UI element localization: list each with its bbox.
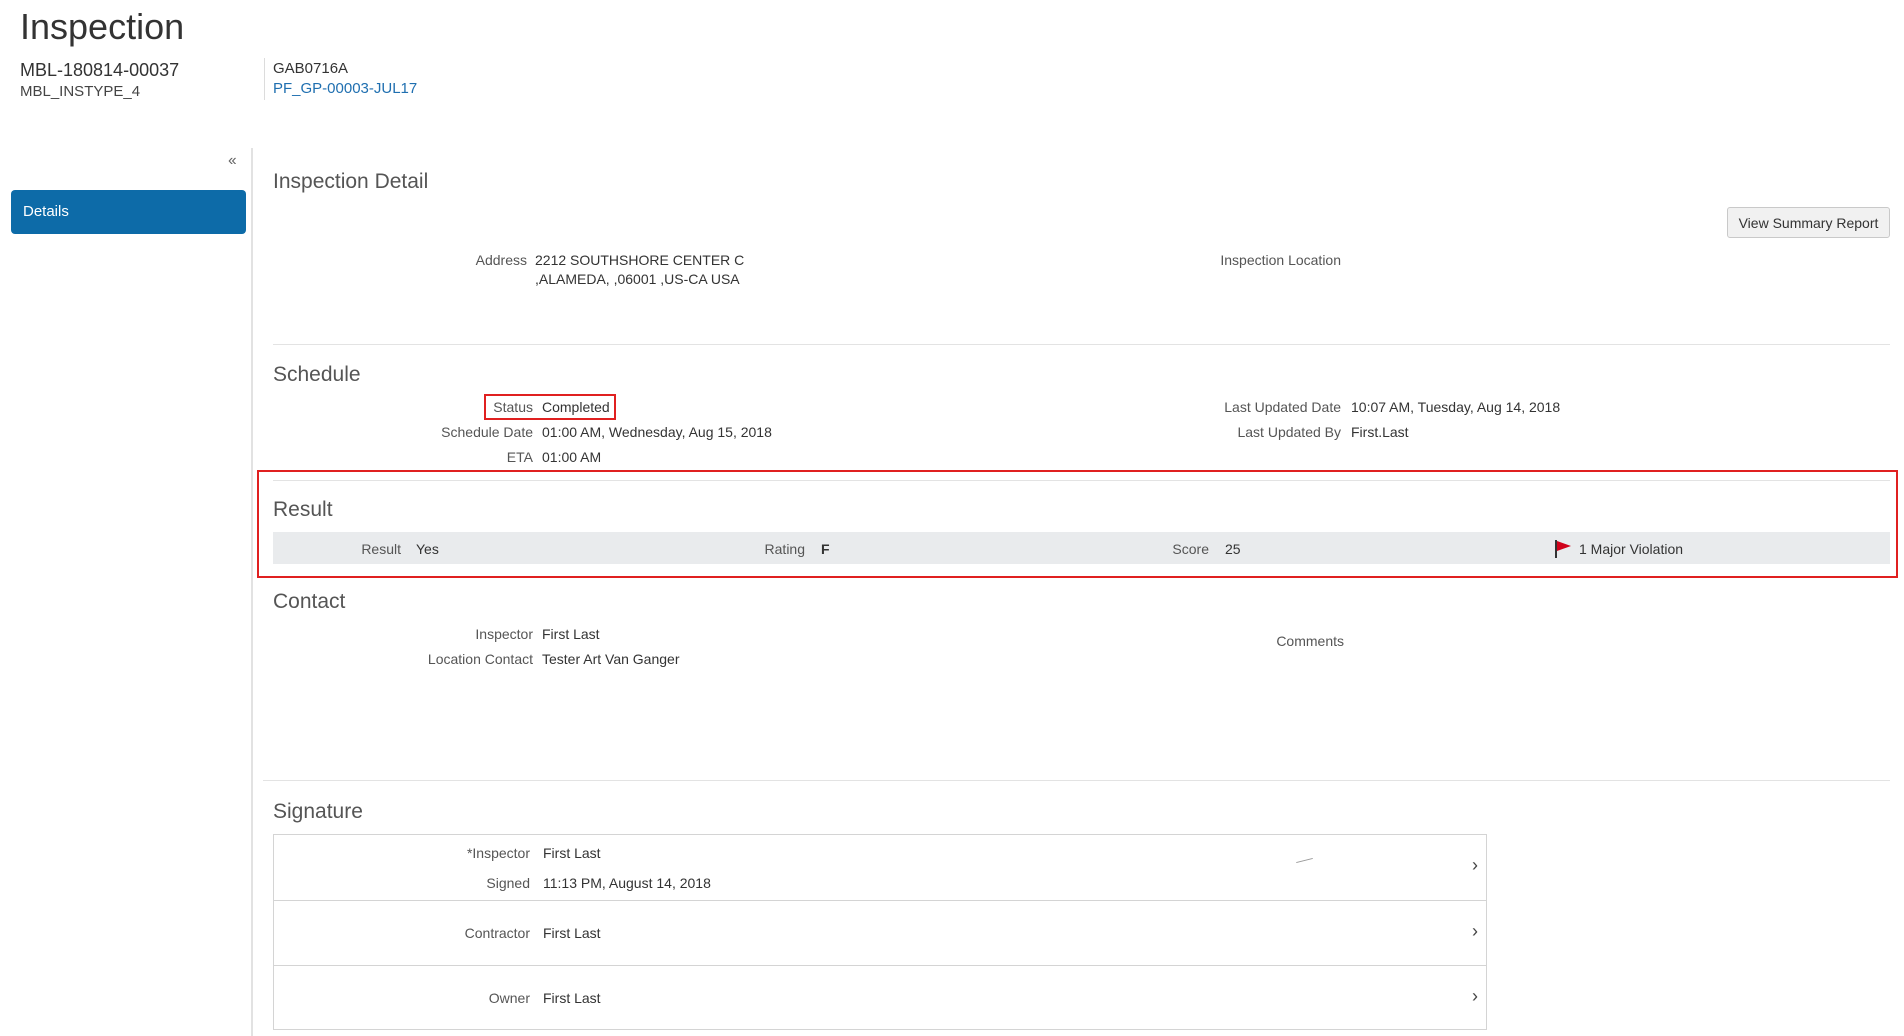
nav-divider [251, 148, 253, 1036]
signature-contractor-label: Contractor [464, 925, 530, 941]
schedule-date-label: Schedule Date [441, 424, 533, 440]
chevron-right-icon: › [1472, 986, 1478, 1006]
record-type: MBL_INSTYPE_4 [20, 83, 141, 100]
score-value: 25 [1225, 541, 1241, 557]
last-updated-date-value: 10:07 AM, Tuesday, Aug 14, 2018 [1351, 399, 1561, 415]
signed-label: Signed [486, 875, 530, 891]
signature-row-contractor[interactable]: Contractor First Last › [274, 900, 1486, 965]
signature-contractor-value: First Last [543, 925, 601, 941]
inspection-detail-title: Inspection Detail [273, 170, 429, 193]
result-label: Result [361, 541, 401, 557]
section-divider [263, 780, 1890, 781]
flag-icon [1555, 540, 1571, 558]
status-label: Status [493, 399, 533, 415]
last-updated-by-value: First.Last [1351, 424, 1409, 440]
signature-row-inspector[interactable]: *Inspector First Last Signed 11:13 PM, A… [274, 835, 1486, 900]
schedule-date-value: 01:00 AM, Wednesday, Aug 15, 2018 [542, 424, 772, 440]
inspection-location-label: Inspection Location [1220, 252, 1341, 268]
address-label: Address [475, 252, 527, 268]
permit-link[interactable]: PF_GP-00003-JUL17 [273, 80, 417, 97]
score-label: Score [1172, 541, 1209, 557]
record-id: MBL-180814-00037 [20, 60, 180, 80]
signature-owner-label: Owner [488, 990, 530, 1006]
section-divider [273, 344, 1890, 345]
location-contact-label: Location Contact [427, 651, 533, 667]
collapse-panel-icon[interactable]: ‹‹ [228, 152, 237, 170]
location-contact-value: Tester Art Van Ganger [542, 651, 680, 667]
contact-title: Contact [273, 590, 346, 613]
result-value: Yes [416, 541, 439, 557]
chevron-right-icon: › [1472, 855, 1478, 875]
signature-title: Signature [273, 800, 363, 823]
comments-label: Comments [1276, 633, 1344, 649]
page-title: Inspection [20, 6, 185, 47]
nav-item-details[interactable]: Details [11, 190, 246, 234]
section-divider [273, 480, 1890, 481]
signature-inspector-value: First Last [543, 845, 601, 861]
signature-row-owner[interactable]: Owner First Last › [274, 965, 1486, 1029]
chevron-right-icon: › [1472, 921, 1478, 941]
inspector-label: Inspector [475, 626, 533, 642]
eta-value: 01:00 AM [542, 449, 602, 465]
schedule-title: Schedule [273, 363, 361, 386]
last-updated-by-label: Last Updated By [1237, 424, 1341, 440]
signature-list: *Inspector First Last Signed 11:13 PM, A… [273, 834, 1487, 1030]
inspector-value: First Last [542, 626, 600, 642]
header-divider [264, 58, 265, 100]
result-title: Result [273, 498, 333, 521]
rating-label: Rating [764, 541, 805, 557]
permit-code: GAB0716A [273, 60, 349, 77]
last-updated-date-label: Last Updated Date [1224, 399, 1341, 415]
signature-inspector-label: *Inspector [466, 845, 530, 861]
rating-value: F [821, 541, 830, 557]
status-value: Completed [542, 399, 610, 415]
address-line-2: ,ALAMEDA, ,06001 ,US-CA USA [535, 271, 740, 287]
signature-owner-value: First Last [543, 990, 601, 1006]
signature-image [1296, 857, 1313, 864]
eta-label: ETA [506, 449, 533, 465]
major-violation-link[interactable]: 1 Major Violation [1579, 541, 1683, 557]
address-line-1: 2212 SOUTHSHORE CENTER C [535, 252, 745, 268]
signed-value: 11:13 PM, August 14, 2018 [543, 875, 711, 891]
view-summary-report-button[interactable]: View Summary Report [1727, 207, 1890, 238]
